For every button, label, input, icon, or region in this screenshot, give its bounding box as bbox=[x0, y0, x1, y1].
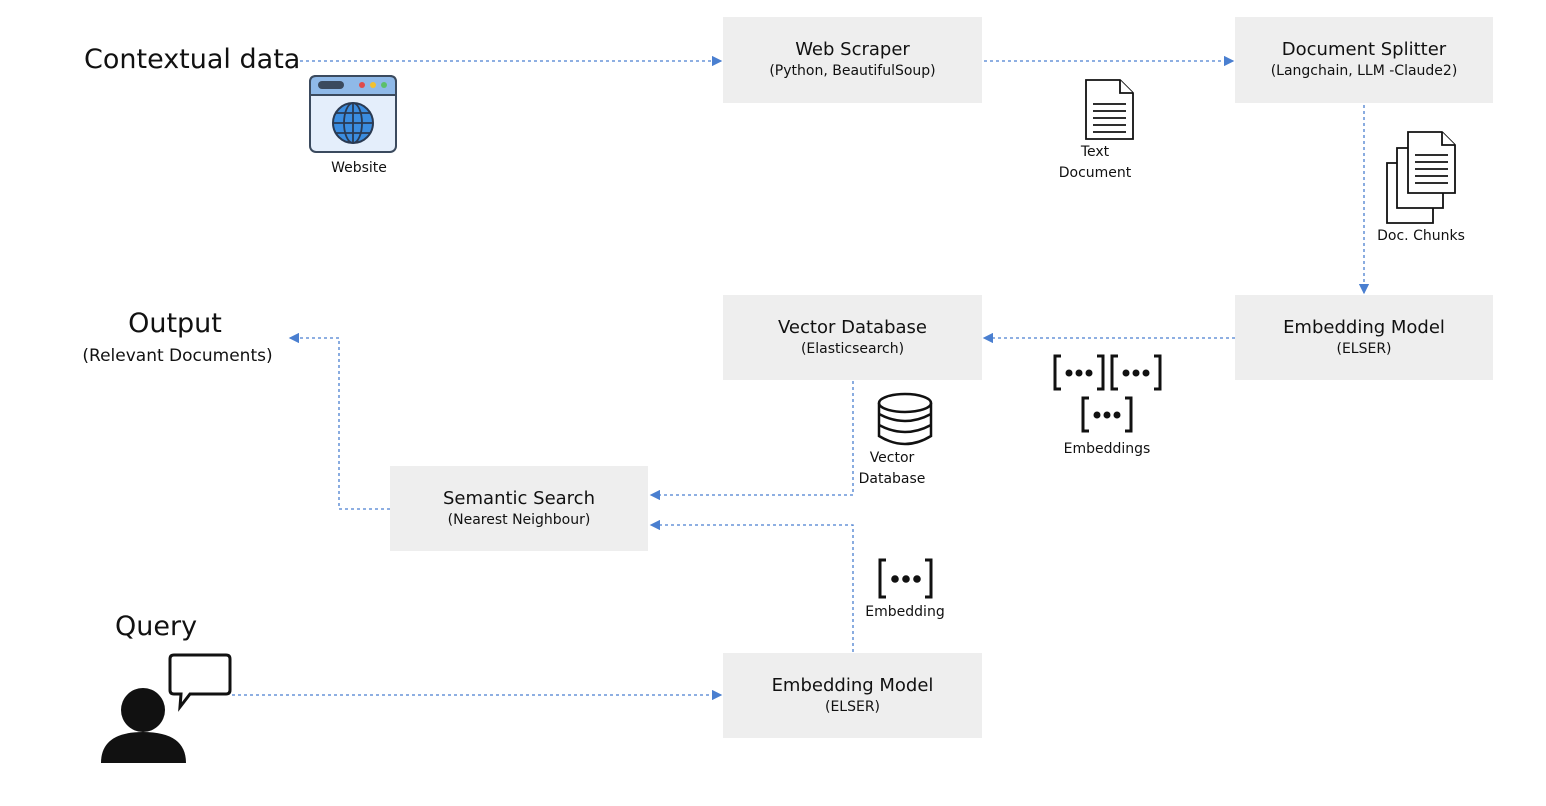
embedding-model-bottom-title: Embedding Model bbox=[771, 674, 934, 696]
embedding-model-top-box: Embedding Model (ELSER) bbox=[1235, 295, 1493, 380]
document-splitter-box: Document Splitter (Langchain, LLM -Claud… bbox=[1235, 17, 1493, 103]
document-icon bbox=[1085, 79, 1134, 140]
rag-pipeline-diagram: Contextual data Output (Relevant Documen… bbox=[0, 0, 1546, 806]
vector-database-box: Vector Database (Elasticsearch) bbox=[723, 295, 982, 380]
arrow-search-to-output bbox=[288, 332, 390, 510]
database-icon bbox=[877, 392, 933, 446]
embedding-vector-icon bbox=[878, 558, 933, 599]
website-globe-icon bbox=[309, 75, 397, 153]
semantic-search-subtitle: (Nearest Neighbour) bbox=[447, 511, 591, 528]
arrow-vectordb-to-search bbox=[649, 381, 854, 501]
vector-database-subtitle: (Elasticsearch) bbox=[800, 340, 905, 357]
vector-database-title: Vector Database bbox=[778, 316, 927, 338]
output-title: Output bbox=[128, 308, 222, 339]
query-label: Query bbox=[115, 611, 198, 642]
web-scraper-subtitle: (Python, BeautifulSoup) bbox=[769, 63, 936, 79]
text-document-label-line1: Text bbox=[1080, 144, 1110, 160]
user-speech-icon bbox=[101, 653, 232, 763]
vector-db-label-line1: Vector bbox=[869, 450, 915, 466]
stacked-documents-icon bbox=[1386, 131, 1456, 224]
website-label: Website bbox=[331, 160, 387, 176]
semantic-search-box: Semantic Search (Nearest Neighbour) bbox=[390, 466, 648, 551]
contextual-data-label: Contextual data bbox=[84, 44, 301, 75]
embeddings-label: Embeddings bbox=[1063, 441, 1151, 457]
text-document-label-line2: Document bbox=[1058, 165, 1132, 181]
web-scraper-title: Web Scraper bbox=[795, 39, 910, 60]
embedding-model-bottom-box: Embedding Model (ELSER) bbox=[723, 653, 982, 738]
embedding-vectors-icon bbox=[1053, 354, 1162, 433]
semantic-search-title: Semantic Search bbox=[443, 487, 595, 509]
doc-chunks-label: Doc. Chunks bbox=[1377, 228, 1465, 244]
embedding-model-top-title: Embedding Model bbox=[1283, 316, 1445, 338]
document-splitter-title: Document Splitter bbox=[1281, 39, 1447, 60]
embedding-model-bottom-subtitle: (ELSER) bbox=[824, 698, 881, 715]
web-scraper-box: Web Scraper (Python, BeautifulSoup) bbox=[723, 17, 982, 103]
embedding-label: Embedding bbox=[865, 604, 945, 620]
embedding-model-top-subtitle: (ELSER) bbox=[1336, 340, 1392, 357]
document-splitter-subtitle: (Langchain, LLM -Claude2) bbox=[1270, 63, 1458, 79]
vector-db-label-line2: Database bbox=[858, 471, 926, 487]
arrow-query-embedding-to-search bbox=[649, 519, 854, 652]
output-subtitle: (Relevant Documents) bbox=[82, 346, 273, 366]
